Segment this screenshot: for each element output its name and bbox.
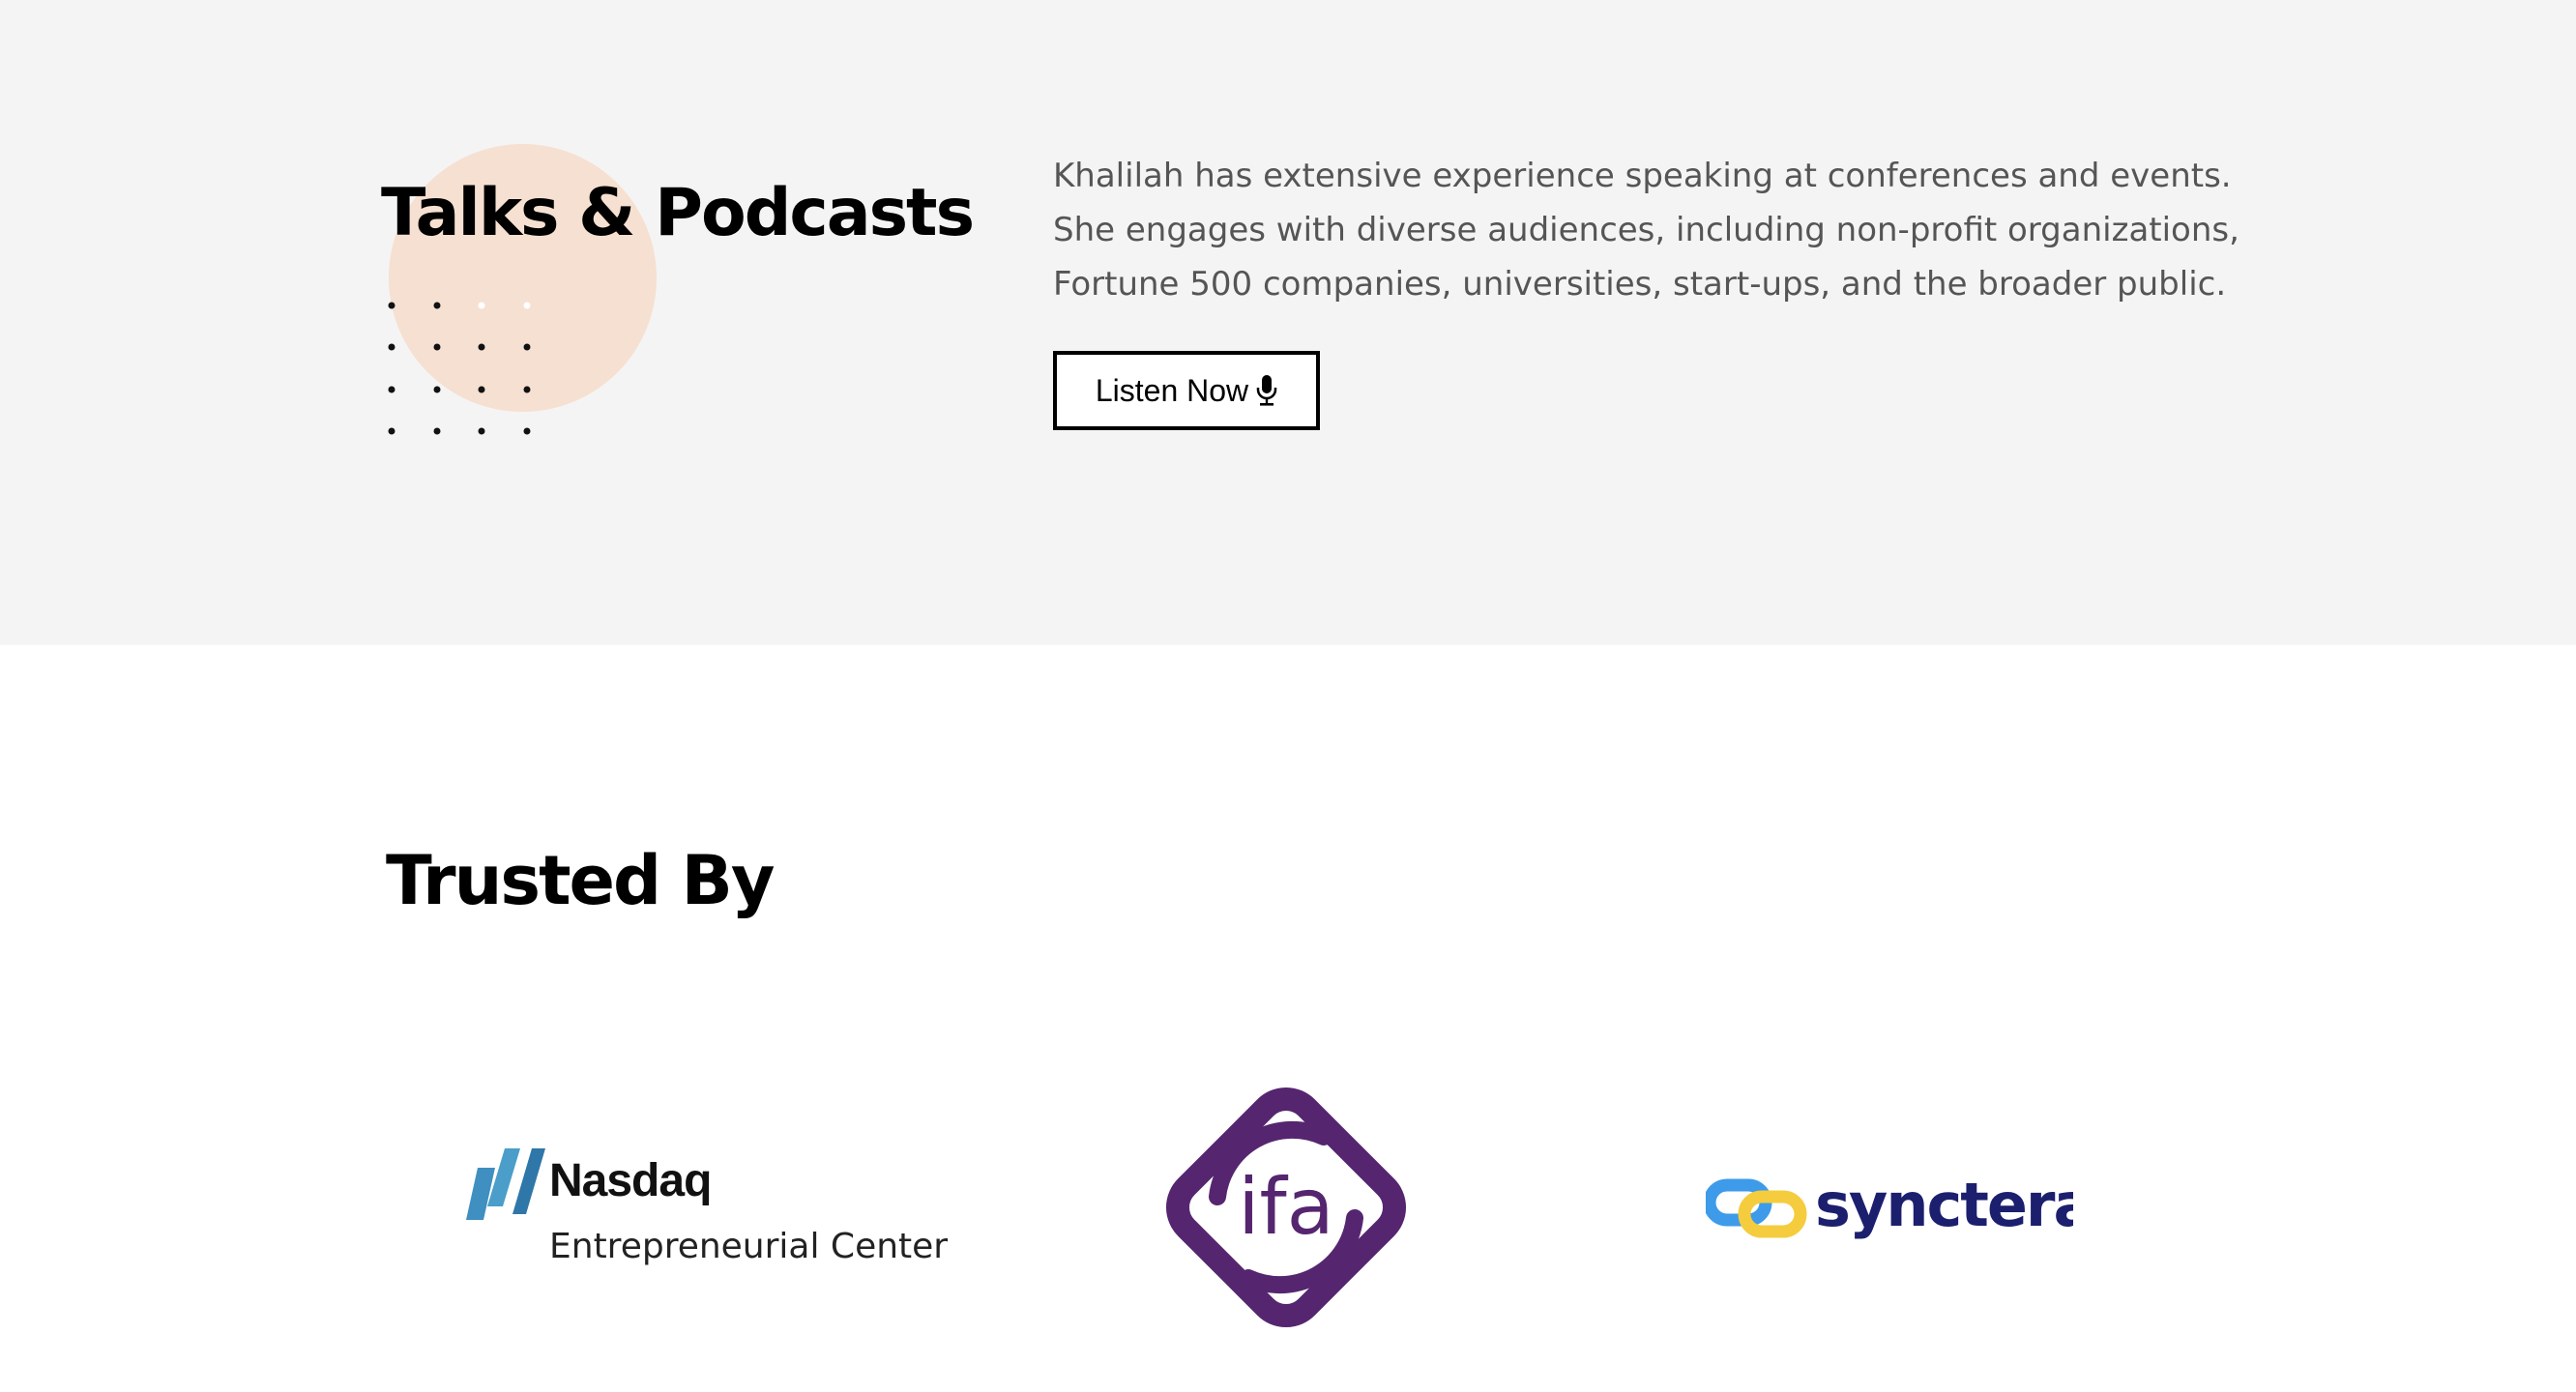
synctera-logo: synctera: [1706, 1170, 2073, 1240]
talks-section: Talks & Podcasts Khalilah has extensive …: [0, 0, 2576, 645]
listen-now-button[interactable]: Listen Now: [1053, 351, 1320, 430]
ifa-wordmark: ifa: [1238, 1162, 1333, 1252]
ifa-logo: ifa: [1165, 1087, 1407, 1328]
synctera-wordmark: synctera: [1815, 1170, 2073, 1240]
nasdaq-logo: Nasdaq Entrepreneurial Center: [466, 1146, 948, 1272]
section-title-trusted: Trusted By: [386, 841, 775, 920]
microphone-icon: [1256, 375, 1277, 406]
section-title-talks: Talks & Podcasts: [381, 175, 975, 251]
nasdaq-mark-icon: [466, 1148, 545, 1220]
synctera-link-icon: [1706, 1178, 1807, 1238]
listen-now-label: Listen Now: [1095, 372, 1249, 408]
talks-description: Khalilah has extensive experience speaki…: [1053, 157, 2239, 304]
decorative-dot-grid: [388, 302, 531, 435]
nasdaq-wordmark: Nasdaq: [549, 1155, 712, 1206]
nasdaq-subtitle: Entrepreneurial Center: [549, 1227, 949, 1266]
